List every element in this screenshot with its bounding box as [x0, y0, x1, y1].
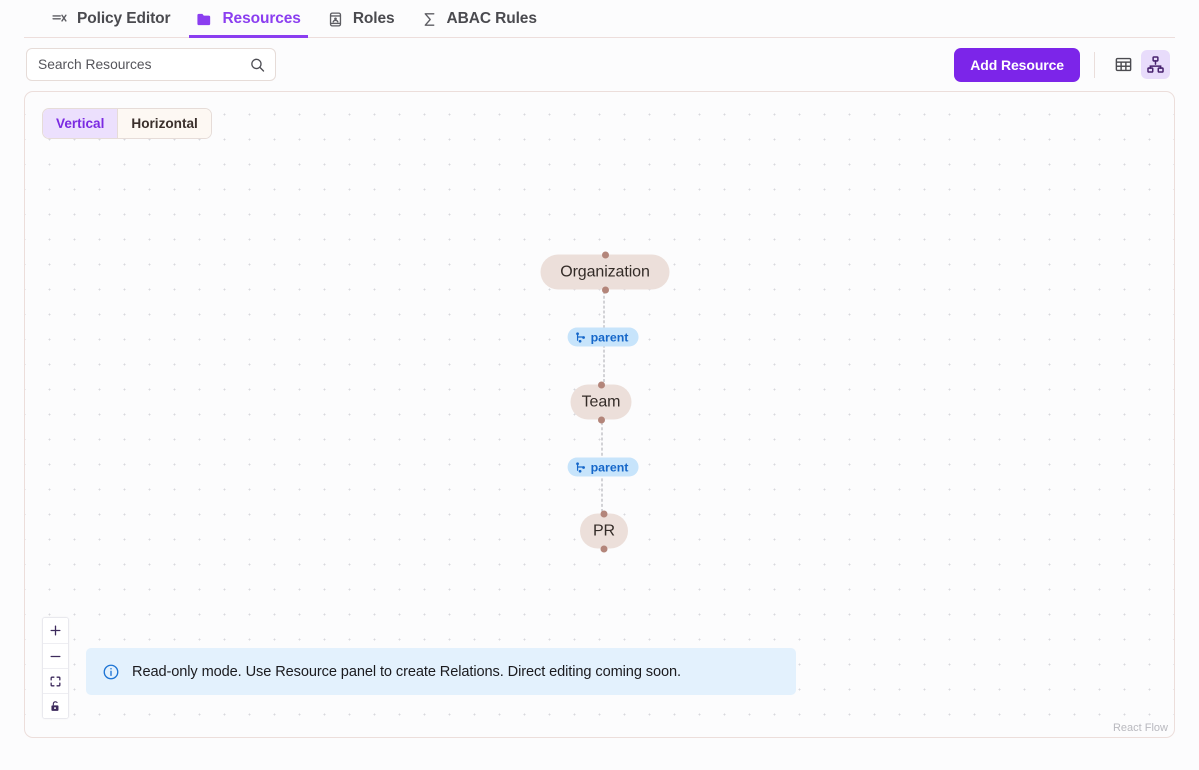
edge-label-parent-organization-team[interactable]: parent	[568, 328, 639, 347]
main-tab-bar: Policy Editor Resources Roles ABAC Rules	[0, 0, 1199, 38]
info-icon	[102, 663, 120, 681]
node-handle-bottom[interactable]	[602, 286, 609, 293]
table-view-icon[interactable]	[1109, 50, 1138, 79]
tab-resources[interactable]: Resources	[183, 0, 313, 38]
tab-label: Resources	[222, 10, 300, 28]
node-team[interactable]: Team	[571, 385, 632, 420]
edge-label-parent-team-pr[interactable]: parent	[568, 458, 639, 477]
graph-area: Organization parent Team	[25, 92, 1174, 737]
resource-graph-canvas[interactable]: Vertical Horizontal Organization parent	[24, 91, 1175, 738]
node-pr[interactable]: PR	[580, 514, 628, 549]
search-resources-box	[26, 48, 276, 81]
badge-icon	[327, 11, 344, 28]
policy-editor-icon	[51, 11, 68, 28]
tab-abac-rules[interactable]: ABAC Rules	[408, 0, 550, 38]
hierarchy-view-icon[interactable]	[1141, 50, 1170, 79]
relation-icon	[575, 331, 587, 343]
node-handle-top[interactable]	[602, 251, 609, 258]
node-label: PR	[593, 522, 615, 540]
fit-view-button[interactable]	[43, 668, 68, 693]
banner-message: Read-only mode. Use Resource panel to cr…	[132, 664, 681, 680]
node-label: Organization	[560, 263, 650, 281]
zoom-in-button[interactable]	[43, 618, 68, 643]
node-handle-bottom[interactable]	[601, 545, 608, 552]
tab-policy-editor[interactable]: Policy Editor	[38, 0, 183, 38]
edge-label-text: parent	[591, 460, 629, 474]
tab-label: Policy Editor	[77, 10, 170, 28]
folder-icon	[196, 11, 213, 28]
sigma-icon	[421, 11, 438, 28]
layout-vertical-button[interactable]: Vertical	[43, 109, 117, 138]
zoom-out-button[interactable]	[43, 643, 68, 668]
react-flow-attribution[interactable]: React Flow	[1113, 722, 1168, 734]
search-input[interactable]	[27, 49, 275, 80]
layout-horizontal-button[interactable]: Horizontal	[117, 109, 210, 138]
node-handle-top[interactable]	[598, 381, 605, 388]
node-label: Team	[582, 393, 621, 411]
toolbar-actions: Add Resource	[954, 48, 1173, 82]
node-handle-top[interactable]	[601, 510, 608, 517]
tab-label: Roles	[353, 10, 395, 28]
graph-controls	[42, 617, 69, 719]
resources-toolbar: Add Resource	[0, 38, 1199, 91]
lock-button[interactable]	[43, 693, 68, 718]
toolbar-divider	[1094, 52, 1095, 78]
search-icon[interactable]	[249, 56, 266, 73]
tab-label: ABAC Rules	[447, 10, 537, 28]
relation-icon	[575, 461, 587, 473]
readonly-info-banner: Read-only mode. Use Resource panel to cr…	[86, 648, 796, 695]
add-resource-button[interactable]: Add Resource	[954, 48, 1080, 82]
node-handle-bottom[interactable]	[598, 416, 605, 423]
layout-direction-toggle: Vertical Horizontal	[42, 108, 212, 139]
edge-label-text: parent	[591, 330, 629, 344]
node-organization[interactable]: Organization	[541, 255, 670, 290]
tab-roles[interactable]: Roles	[314, 0, 408, 38]
